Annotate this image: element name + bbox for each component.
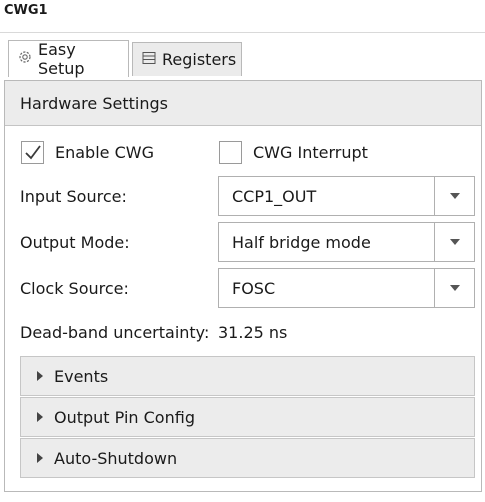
input-source-select[interactable]: CCP1_OUT <box>218 176 475 216</box>
clock-source-select[interactable]: FOSC <box>218 268 475 308</box>
window-title: CWG1 <box>4 3 48 18</box>
output-mode-label: Output Mode: <box>20 233 130 252</box>
input-source-label: Input Source: <box>20 187 127 206</box>
enable-cwg-label: Enable CWG <box>55 143 154 162</box>
tab-easy-setup[interactable]: Easy Setup <box>8 40 129 78</box>
checkmark-icon <box>25 145 41 160</box>
output-pin-config-section[interactable]: Output Pin Config <box>20 397 475 437</box>
expand-arrow-icon <box>37 412 43 422</box>
output-mode-select[interactable]: Half bridge mode <box>218 222 475 262</box>
expand-arrow-icon <box>37 371 43 381</box>
gear-icon <box>17 49 33 69</box>
tab-registers[interactable]: Registers <box>132 42 242 76</box>
cwg-interrupt-label: CWG Interrupt <box>253 143 368 162</box>
section-title: Hardware Settings <box>20 93 168 113</box>
easy-setup-panel: Hardware Settings Enable CWG CWG Interru… <box>4 80 482 492</box>
dropdown-button[interactable] <box>434 177 474 215</box>
auto-shutdown-section[interactable]: Auto-Shutdown <box>20 438 475 478</box>
section-label: Auto-Shutdown <box>54 448 178 468</box>
dead-band-label: Dead-band uncertainty: <box>20 323 210 342</box>
list-icon <box>141 50 157 70</box>
expand-arrow-icon <box>37 453 43 463</box>
chevron-down-icon <box>449 239 460 245</box>
output-mode-value: Half bridge mode <box>232 232 371 252</box>
dropdown-button[interactable] <box>434 269 474 307</box>
chevron-down-icon <box>449 285 460 291</box>
title-divider <box>0 32 485 33</box>
dropdown-button[interactable] <box>434 223 474 261</box>
enable-cwg-checkbox[interactable] <box>21 141 44 164</box>
dead-band-value: 31.25 ns <box>218 323 288 342</box>
tab-label: Easy Setup <box>38 40 85 78</box>
clock-source-value: FOSC <box>232 278 276 298</box>
tab-label: Registers <box>162 50 237 69</box>
hardware-settings-header: Hardware Settings <box>5 81 481 126</box>
clock-source-label: Clock Source: <box>20 279 129 298</box>
cwg-interrupt-checkbox[interactable] <box>219 141 242 164</box>
input-source-value: CCP1_OUT <box>232 186 317 206</box>
chevron-down-icon <box>449 193 460 199</box>
section-label: Output Pin Config <box>54 407 195 427</box>
section-label: Events <box>54 366 109 386</box>
events-section[interactable]: Events <box>20 356 475 396</box>
